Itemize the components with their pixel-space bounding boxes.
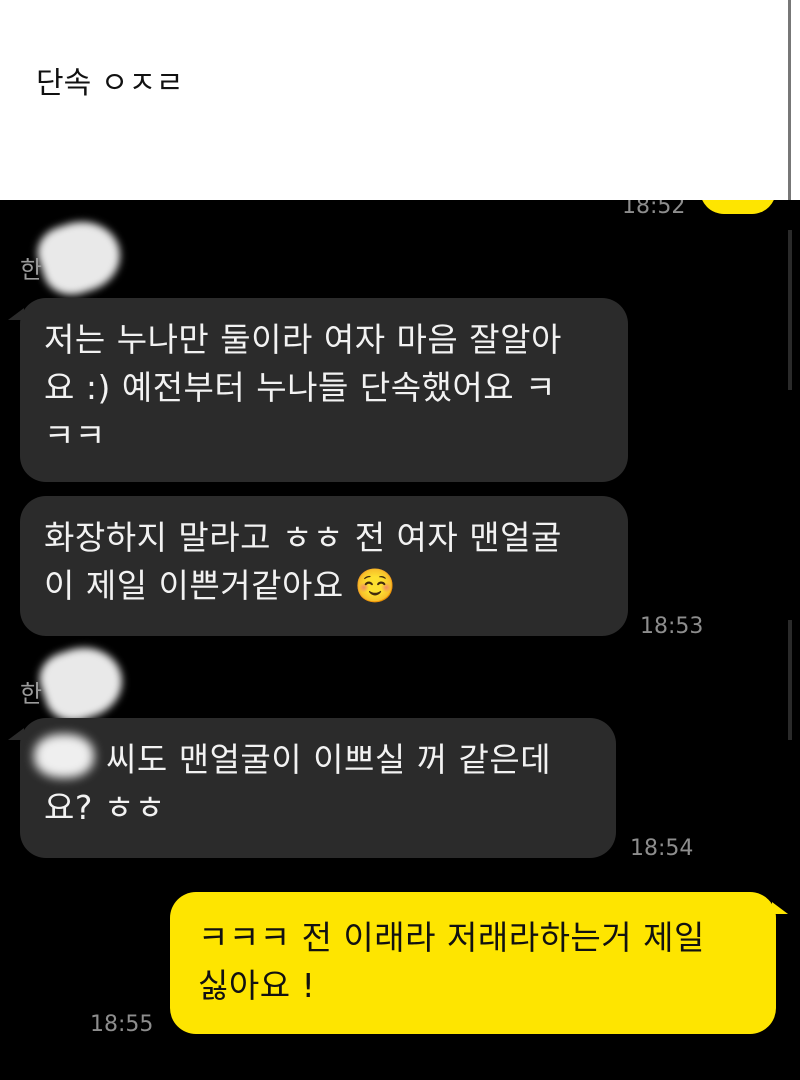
blurred-avatar-icon[interactable] bbox=[33, 637, 131, 729]
message-line: 화장하지 말라고 ㅎㅎ 전 여자 맨얼굴 bbox=[44, 518, 562, 557]
message-line: 요 :) 예전부터 누나들 단속했어요 ㅋ bbox=[44, 368, 556, 407]
bubble-tail bbox=[772, 902, 788, 914]
message-line: 싫아요 ! bbox=[198, 966, 316, 1005]
message-timestamp: 18:54 bbox=[630, 836, 694, 861]
message-line: ㅋㅋㅋ 전 이래라 저래라하는거 제일 bbox=[198, 918, 705, 957]
incoming-message-bubble[interactable]: 화장하지 말라고 ㅎㅎ 전 여자 맨얼굴 이 제일 이쁜거같아요 ☺️ bbox=[20, 496, 628, 636]
caption-text: 단속 ㅇㅈㄹ bbox=[36, 66, 184, 101]
scroll-edge-mark bbox=[788, 620, 792, 740]
message-line: 이 제일 이쁜거같아요 ☺️ bbox=[44, 566, 397, 605]
message-line: 저는 누나만 둘이라 여자 마음 잘알아 bbox=[44, 320, 562, 359]
caption-area: 단속 ㅇㅈㄹ bbox=[0, 0, 788, 200]
blurred-avatar-icon[interactable] bbox=[31, 211, 129, 303]
message-line: ㅋㅋ bbox=[44, 416, 106, 455]
message-line: 씨도 맨얼굴이 이쁘실 꺼 같은데 bbox=[106, 740, 552, 779]
blurred-name-censor bbox=[34, 734, 94, 778]
scroll-edge-mark bbox=[788, 230, 792, 390]
outgoing-message-bubble[interactable]: ㅋㅋㅋ 전 이래라 저래라하는거 제일 싫아요 ! bbox=[170, 892, 776, 1034]
sender-name: 한 bbox=[20, 256, 43, 284]
scroll-edge bbox=[788, 0, 800, 200]
message-timestamp: 18:53 bbox=[640, 614, 704, 639]
message-timestamp-top: 18:52 bbox=[622, 200, 686, 219]
bubble-tail bbox=[8, 308, 24, 320]
previous-outgoing-bubble[interactable] bbox=[700, 200, 776, 214]
message-timestamp: 18:55 bbox=[90, 1012, 154, 1037]
sender-name: 한 bbox=[20, 680, 43, 708]
chat-screen[interactable]: 18:52 한 저는 누나만 둘이라 여자 마음 잘알아 요 :) 예전부터 누… bbox=[0, 200, 800, 1080]
message-line: 요? ㅎㅎ bbox=[44, 788, 166, 827]
incoming-message-bubble[interactable]: 씨도 맨얼굴이 이쁘실 꺼 같은데 요? ㅎㅎ bbox=[20, 718, 616, 858]
incoming-message-bubble[interactable]: 저는 누나만 둘이라 여자 마음 잘알아 요 :) 예전부터 누나들 단속했어요… bbox=[20, 298, 628, 482]
bubble-tail bbox=[8, 728, 24, 740]
